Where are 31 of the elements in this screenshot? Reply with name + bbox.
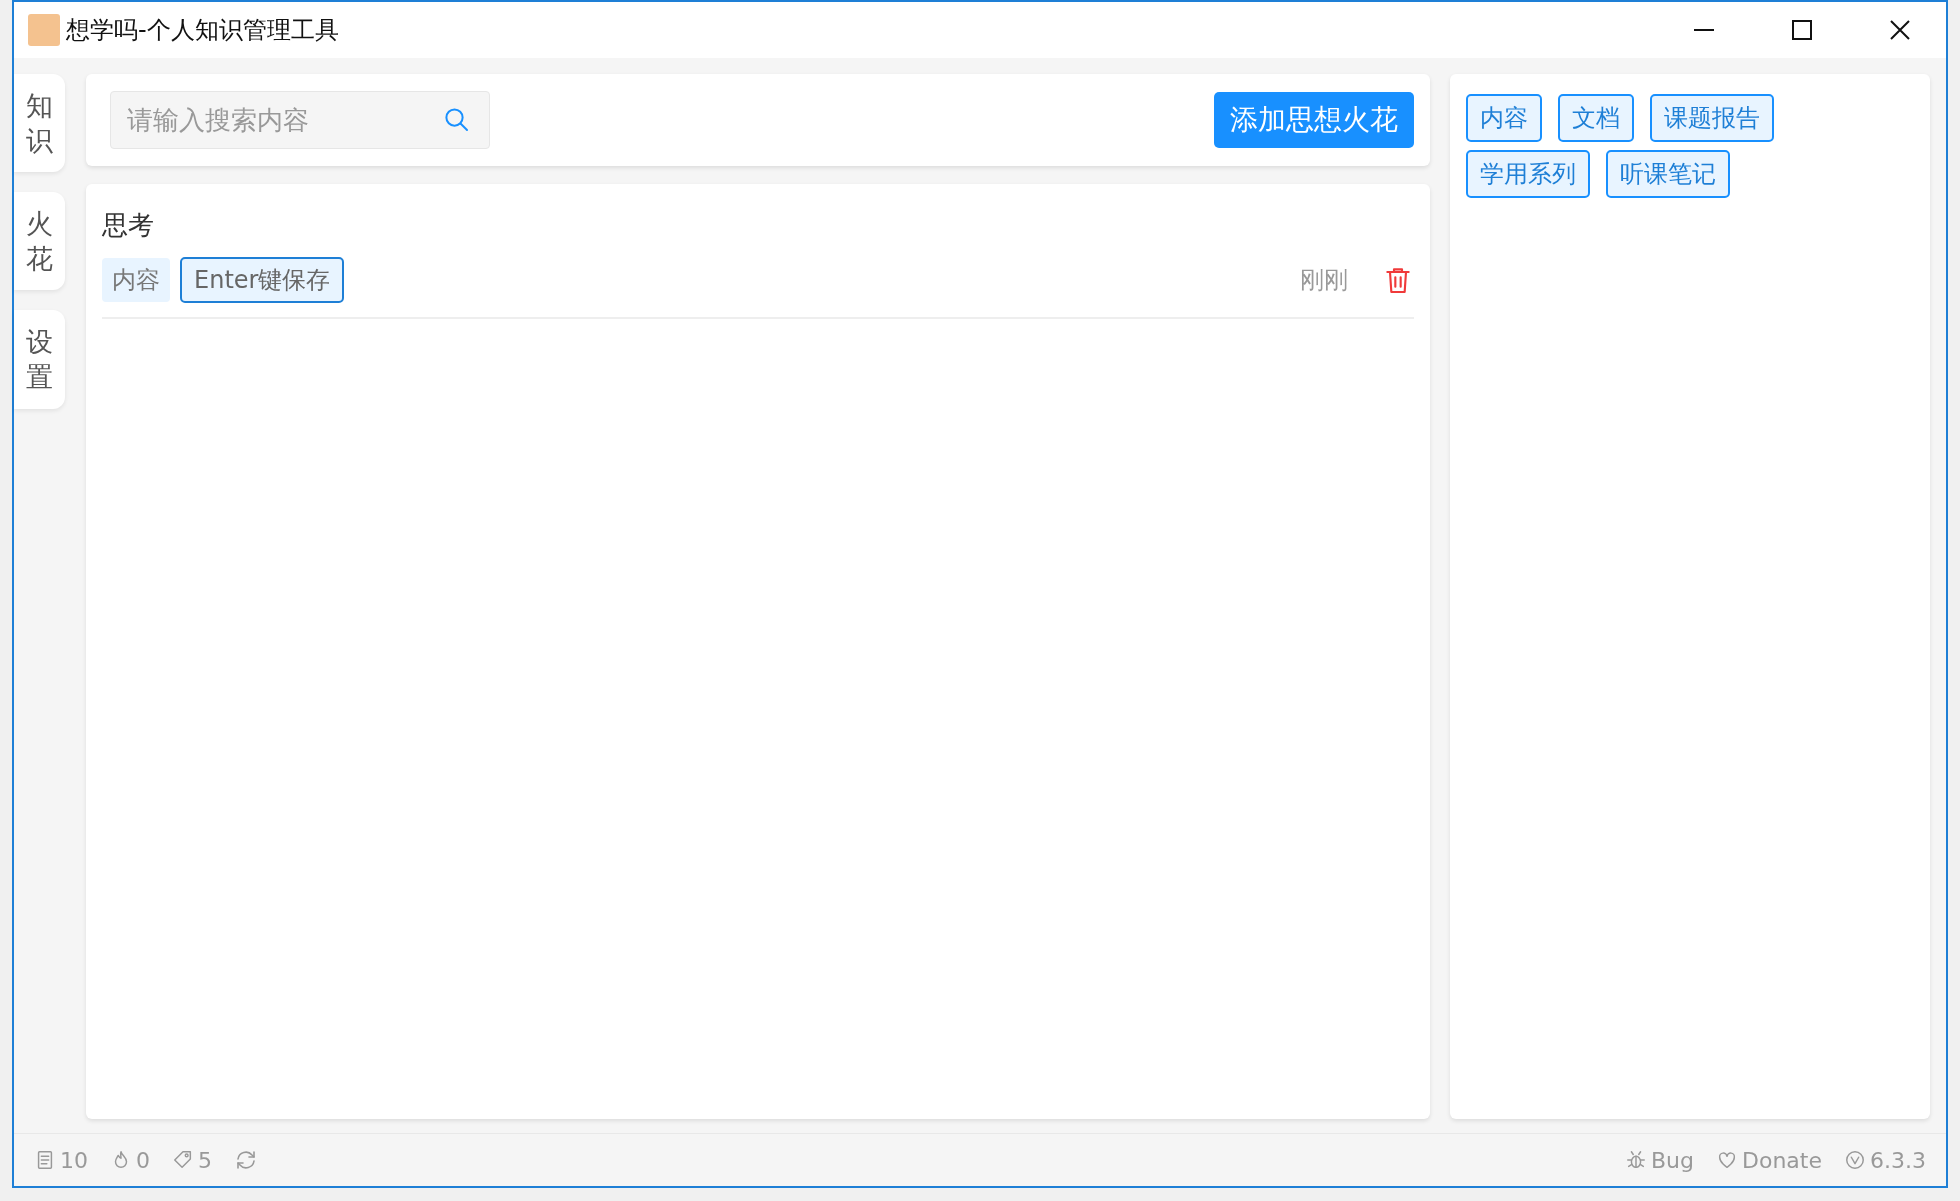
- tag-chip[interactable]: 课题报告: [1650, 94, 1774, 142]
- sidebar-tab[interactable]: 火花: [14, 192, 65, 291]
- refresh-button[interactable]: [234, 1148, 258, 1172]
- bug-icon: [1625, 1149, 1647, 1171]
- tag-icon: [172, 1149, 194, 1171]
- sidebar-tab[interactable]: 设置: [14, 310, 65, 409]
- search-input[interactable]: 请输入搜索内容: [110, 91, 490, 149]
- close-icon: [1889, 19, 1911, 41]
- status-count: 10: [60, 1147, 88, 1173]
- note-tag[interactable]: 内容: [102, 258, 170, 302]
- version-icon: [1844, 1149, 1866, 1171]
- tag-input-field[interactable]: Enter键保存: [180, 257, 345, 303]
- sidebar-tab[interactable]: 知识: [14, 74, 65, 173]
- status-link[interactable]: Donate: [1716, 1147, 1822, 1173]
- status-count: 5: [198, 1147, 212, 1173]
- minimize-icon: [1693, 29, 1715, 31]
- note-time: 刚刚: [1300, 265, 1348, 296]
- tag-chip[interactable]: 文档: [1558, 94, 1634, 142]
- tag-chip[interactable]: 学用系列: [1466, 150, 1590, 198]
- maximize-icon: [1791, 19, 1813, 41]
- tag-chip[interactable]: 内容: [1466, 94, 1542, 142]
- status-link[interactable]: 6.3.3: [1844, 1147, 1926, 1173]
- refresh-icon: [234, 1148, 258, 1172]
- add-button[interactable]: 添加思想火花: [1214, 92, 1414, 148]
- window-title: 想学吗-个人知识管理工具: [66, 15, 340, 46]
- app-logo-icon: [28, 14, 60, 46]
- heart-icon: [1716, 1149, 1738, 1171]
- note-title: 思考: [102, 209, 155, 242]
- status-link[interactable]: Bug: [1625, 1147, 1694, 1173]
- status-count: 0: [136, 1147, 150, 1173]
- tag-chip[interactable]: 听课笔记: [1606, 150, 1730, 198]
